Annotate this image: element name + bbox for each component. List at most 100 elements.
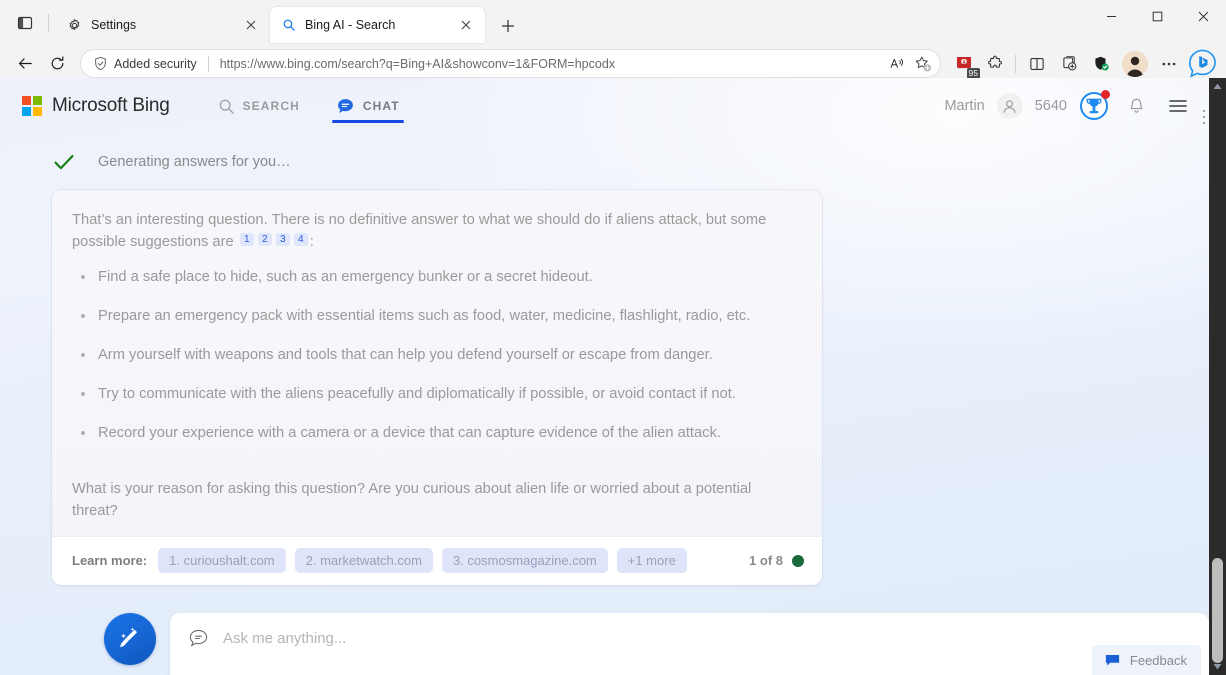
title-bar: Settings Bing AI - Search [0, 0, 1226, 45]
composer: Ask me anything... 0/2000 [52, 585, 1209, 675]
page-content: Microsoft Bing SEARCH CHAT Martin 5640 G… [0, 78, 1209, 675]
read-aloud-button[interactable] [884, 51, 910, 77]
close-icon [1198, 11, 1208, 22]
feedback-button[interactable]: Feedback [1091, 645, 1201, 675]
close-icon [246, 20, 256, 30]
shield-icon [95, 56, 106, 71]
source-chip-2[interactable]: 2. marketwatch.com [294, 548, 433, 573]
rewards-points: 5640 [1034, 98, 1067, 114]
citation-1[interactable]: 1 [239, 233, 254, 246]
extension-button[interactable]: 95 [949, 49, 980, 79]
close-window-button[interactable] [1180, 0, 1226, 33]
generating-status: Generating answers for you… [52, 150, 1209, 174]
search-icon [283, 19, 295, 31]
extensions-button[interactable] [981, 49, 1011, 79]
avatar-icon [1122, 50, 1148, 77]
split-screen-button[interactable] [1022, 49, 1052, 79]
back-button[interactable] [10, 49, 40, 79]
rewards-notification-dot [1101, 90, 1110, 99]
split-screen-icon [1030, 57, 1044, 70]
hamburger-menu-button[interactable] [1163, 91, 1193, 121]
nav-tab-label: SEARCH [242, 99, 300, 113]
shield-check-icon [1095, 56, 1109, 70]
tab-bing-ai-search[interactable]: Bing AI - Search [270, 7, 485, 43]
conversation-turn-counter: 1 of 8 [749, 553, 804, 568]
search-icon [219, 99, 234, 114]
page-scrollbar[interactable] [1203, 78, 1226, 675]
feedback-bubble-icon [1105, 654, 1120, 666]
answer-intro: That’s an interesting question. There is… [72, 209, 800, 253]
user-name: Martin [944, 98, 985, 114]
maximize-button[interactable] [1134, 0, 1180, 33]
green-check-icon [54, 154, 74, 170]
tab-close-button[interactable] [241, 15, 261, 35]
nav-tab-search[interactable]: SEARCH [214, 78, 304, 134]
sidebar-toggle-button[interactable] [8, 6, 42, 40]
learn-more-label: Learn more: [72, 553, 148, 568]
citation-2[interactable]: 2 [257, 233, 272, 246]
star-add-icon [915, 56, 932, 71]
tab-title: Bing AI - Search [305, 18, 396, 32]
add-favorite-button[interactable] [910, 51, 936, 77]
security-chip[interactable]: Added security [93, 56, 197, 71]
collections-add-icon [1063, 55, 1077, 70]
new-tab-button[interactable] [493, 11, 523, 41]
microsoft-logo-icon [22, 96, 42, 116]
status-text: Generating answers for you… [98, 154, 291, 170]
bing-logo-text: Microsoft Bing [52, 95, 170, 116]
refresh-button[interactable] [42, 49, 72, 79]
turn-status-dot [792, 554, 804, 567]
answer-intro-text: That’s an interesting question. There is… [72, 212, 767, 250]
nav-tab-chat[interactable]: CHAT [331, 78, 404, 134]
answer-intro-colon: : [309, 234, 314, 250]
scroll-up-button[interactable] [1209, 78, 1226, 95]
maximize-icon [1152, 11, 1162, 22]
address-bar[interactable]: Added security https://www.bing.com/sear… [80, 49, 941, 78]
extension-badge-count: 95 [966, 67, 980, 79]
more-options-button[interactable] [1154, 49, 1184, 79]
list-item: Prepare an emergency pack with essential… [72, 306, 800, 326]
avatar[interactable] [1122, 50, 1148, 77]
tab-strip: Settings Bing AI - Search [0, 0, 1226, 45]
citation-3[interactable]: 3 [275, 233, 290, 246]
scroll-down-button[interactable] [1209, 658, 1226, 675]
chat-bubble-icon [189, 629, 208, 647]
new-topic-broom-icon [120, 627, 138, 648]
account-button[interactable] [996, 93, 1023, 119]
browser-window: Settings Bing AI - Search Added security… [0, 0, 1226, 675]
sidebar-panel-icon [17, 16, 33, 30]
chat-bubble-icon [337, 98, 353, 113]
tab-close-button[interactable] [456, 15, 476, 35]
scroll-down-arrow-icon [1213, 664, 1222, 670]
new-topic-button[interactable] [104, 613, 156, 665]
chat-input-container[interactable]: Ask me anything... 0/2000 [170, 613, 1209, 675]
minimize-button[interactable] [1088, 0, 1134, 33]
chat-input-placeholder[interactable]: Ask me anything... [223, 630, 346, 647]
shield-check-button[interactable] [1086, 49, 1116, 79]
answer-sources-footer: Learn more: 1. curioushalt.com 2. market… [52, 536, 822, 585]
collections-button[interactable] [1054, 49, 1084, 79]
source-chip-3[interactable]: 3. cosmosmagazine.com [441, 548, 608, 573]
window-controls [1088, 0, 1226, 45]
scrollbar-thumb[interactable] [1212, 558, 1223, 663]
rewards-button[interactable] [1079, 90, 1110, 121]
plus-icon [502, 20, 514, 32]
notifications-button[interactable] [1121, 91, 1151, 121]
refresh-icon [51, 56, 63, 70]
gear-icon [69, 18, 80, 30]
page-viewport: Microsoft Bing SEARCH CHAT Martin 5640 G… [0, 78, 1226, 675]
close-icon [461, 20, 471, 30]
chat-input-row: Ask me anything... [170, 613, 1209, 649]
url-text[interactable]: https://www.bing.com/search?q=Bing+AI&sh… [220, 57, 884, 71]
tab-settings[interactable]: Settings [55, 7, 270, 43]
list-item: Arm yourself with weapons and tools that… [72, 345, 800, 365]
bing-logo[interactable]: Microsoft Bing [22, 95, 170, 117]
citation-4[interactable]: 4 [293, 233, 308, 246]
source-chip-more[interactable]: +1 more [616, 548, 687, 573]
copilot-button[interactable] [1186, 48, 1218, 80]
back-arrow-icon [18, 58, 32, 69]
list-item: Record your experience with a camera or … [72, 423, 800, 443]
source-chip-1[interactable]: 1. curioushalt.com [158, 548, 286, 573]
answer-closing: What is your reason for asking this ques… [72, 481, 752, 519]
security-label: Added security [114, 56, 197, 71]
